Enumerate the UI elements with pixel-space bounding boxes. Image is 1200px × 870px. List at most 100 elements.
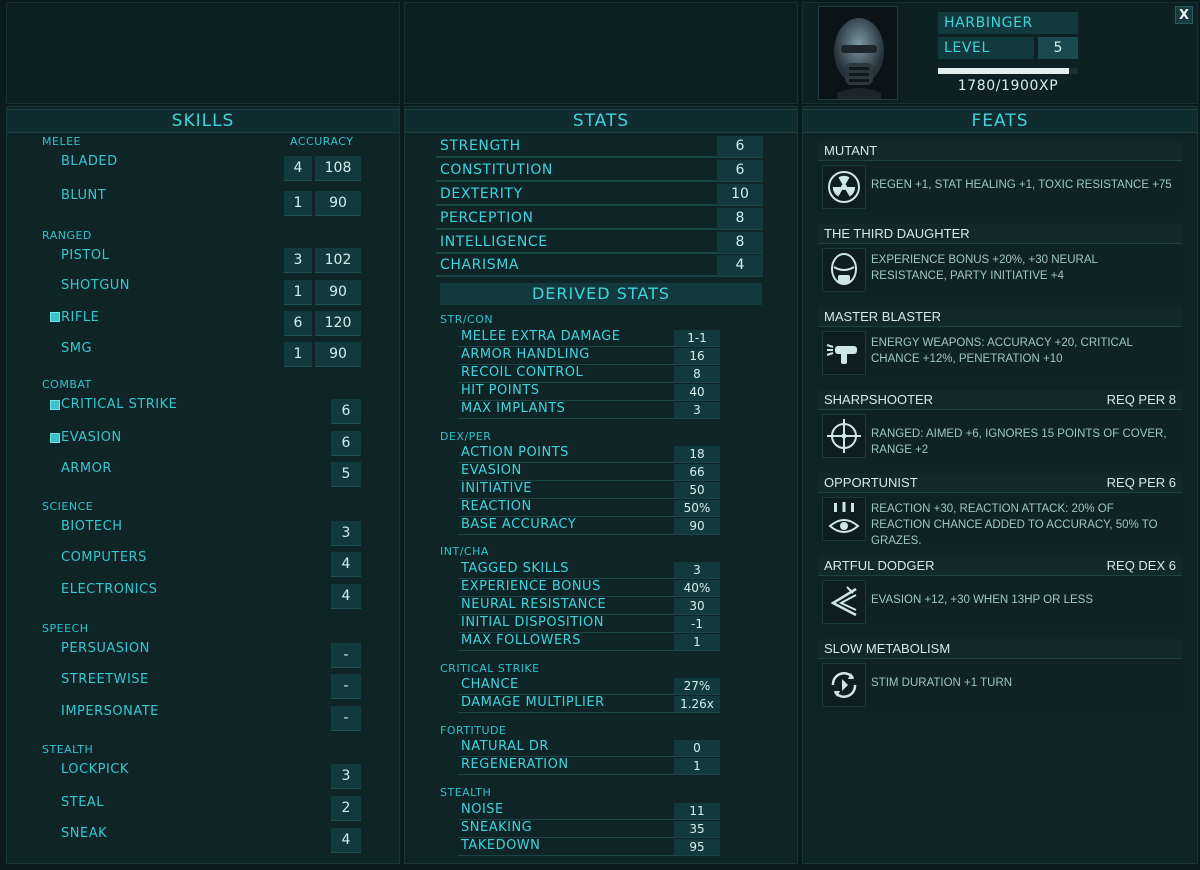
feat-sharpshooter-title[interactable]: SHARPSHOOTER REQ PER 8 <box>818 390 1182 410</box>
skill-category-science: SCIENCE <box>42 500 94 513</box>
stat-value: 6 <box>717 136 763 157</box>
derived-value: 40 <box>674 384 720 400</box>
feat-opportunist-title[interactable]: OPPORTUNIST REQ PER 6 <box>818 473 1182 493</box>
skills-title: SKILLS <box>171 111 235 131</box>
feat-artful-dodger-title[interactable]: ARTFUL DODGER REQ DEX 6 <box>818 556 1182 576</box>
derived-label: NATURAL DR <box>461 739 549 754</box>
skill-biotech[interactable]: BIOTECH <box>61 519 123 534</box>
skill-smg-accuracy: 90 <box>315 342 361 367</box>
skill-bladed[interactable]: BLADED <box>61 154 118 169</box>
skill-rifle[interactable]: RIFLE <box>61 310 99 325</box>
derived-value: 90 <box>674 518 720 534</box>
feat-mutant[interactable]: REGEN +1, STAT HEALING +1, TOXIC RESISTA… <box>818 161 1182 211</box>
feat-sharpshooter[interactable]: RANGED: AIMED +6, IGNORES 15 POINTS OF C… <box>818 410 1182 460</box>
feat-opportunist[interactable]: REACTION +30, REACTION ATTACK: 20% OF RE… <box>818 493 1182 547</box>
derived-recoil-control: RECOIL CONTROL 8 <box>458 365 720 383</box>
derived-action-points: ACTION POINTS 18 <box>458 445 720 463</box>
feat-master-blaster-title[interactable]: MASTER BLASTER <box>818 307 1182 327</box>
skill-armor[interactable]: ARMOR <box>61 461 112 476</box>
stat-charisma[interactable]: CHARISMA 4 <box>436 255 763 277</box>
skill-category-stealth: STEALTH <box>42 743 94 756</box>
derived-regeneration: REGENERATION 1 <box>458 757 720 775</box>
derived-label: REGENERATION <box>461 757 569 772</box>
skill-electronics-value: 4 <box>331 584 361 609</box>
stat-intelligence[interactable]: INTELLIGENCE 8 <box>436 232 763 254</box>
skill-pistol-value: 3 <box>284 248 312 273</box>
derived-value: 1 <box>674 634 720 650</box>
skill-shotgun-accuracy: 90 <box>315 280 361 305</box>
derived-melee-extra-damage: MELEE EXTRA DAMAGE 1-1 <box>458 329 720 347</box>
xp-bar <box>938 68 1078 74</box>
feat-description: EVASION +12, +30 WHEN 13HP OR LESS <box>871 594 1094 606</box>
stat-strength[interactable]: STRENGTH 6 <box>436 136 763 158</box>
skill-steal-value: 2 <box>331 796 361 821</box>
stats-header: STATS <box>405 109 797 133</box>
skill-persuasion[interactable]: PERSUASION <box>61 641 150 656</box>
derived-label: MAX FOLLOWERS <box>461 633 581 648</box>
skill-electronics[interactable]: ELECTRONICS <box>61 582 157 597</box>
dodge-icon <box>822 580 866 624</box>
top-center-panel <box>404 2 798 104</box>
stat-value: 10 <box>717 184 763 205</box>
feat-name: SLOW METABOLISM <box>824 641 951 656</box>
feat-artful-dodger[interactable]: EVASION +12, +30 WHEN 13HP OR LESS <box>818 576 1182 626</box>
derived-value: 11 <box>674 803 720 819</box>
skill-blunt-accuracy: 90 <box>315 191 361 216</box>
derived-group-fortitude: FORTITUDE <box>440 724 507 737</box>
derived-label: REACTION <box>461 499 532 514</box>
skill-impersonate[interactable]: IMPERSONATE <box>61 704 159 719</box>
skill-shotgun[interactable]: SHOTGUN <box>61 278 130 293</box>
skill-evasion[interactable]: EVASION <box>61 430 122 445</box>
feats-header: FEATS <box>803 109 1197 133</box>
feat-mutant-title[interactable]: MUTANT <box>818 141 1182 161</box>
close-button[interactable]: X <box>1175 6 1193 24</box>
feat-name: MASTER BLASTER <box>824 309 942 324</box>
skill-computers[interactable]: COMPUTERS <box>61 550 147 565</box>
derived-group-critical-strike: CRITICAL STRIKE <box>440 662 540 675</box>
skill-sneak[interactable]: SNEAK <box>61 826 107 841</box>
derived-value: 18 <box>674 446 720 462</box>
derived-label: BASE ACCURACY <box>461 517 577 532</box>
derived-evasion: EVASION 66 <box>458 463 720 481</box>
derived-label: TAKEDOWN <box>461 838 541 853</box>
derived-natural-dr: NATURAL DR 0 <box>458 739 720 757</box>
level-label: LEVEL <box>944 40 990 56</box>
skill-smg[interactable]: SMG <box>61 341 92 356</box>
feat-third-daughter[interactable]: EXPERIENCE BONUS +20%, +30 NEURAL RESIST… <box>818 244 1182 294</box>
tag-marker-icon <box>50 400 60 410</box>
derived-crit-chance: CHANCE 27% <box>458 677 720 695</box>
derived-value: 50 <box>674 482 720 498</box>
derived-label: NEURAL RESISTANCE <box>461 597 607 612</box>
derived-value: 8 <box>674 366 720 382</box>
skill-persuasion-value: - <box>331 643 361 668</box>
feat-slow-metabolism-title[interactable]: SLOW METABOLISM <box>818 639 1182 659</box>
skill-pistol[interactable]: PISTOL <box>61 248 109 263</box>
stat-dexterity[interactable]: DEXTERITY 10 <box>436 184 763 206</box>
feat-third-daughter-title[interactable]: THE THIRD DAUGHTER <box>818 224 1182 244</box>
skill-category-ranged: RANGED <box>42 229 92 242</box>
derived-label: DAMAGE MULTIPLIER <box>461 695 605 710</box>
skill-critical-strike[interactable]: CRITICAL STRIKE <box>61 397 177 412</box>
skill-lockpick[interactable]: LOCKPICK <box>61 762 129 777</box>
derived-stats-title: DERIVED STATS <box>531 284 671 303</box>
skill-steal[interactable]: STEAL <box>61 795 104 810</box>
feat-name: ARTFUL DODGER <box>824 558 935 573</box>
skill-category-speech: SPEECH <box>42 622 89 635</box>
feat-slow-metabolism[interactable]: STIM DURATION +1 TURN <box>818 659 1182 709</box>
skill-category-combat: COMBAT <box>42 378 92 391</box>
feat-master-blaster[interactable]: ENERGY WEAPONS: ACCURACY +20, CRITICAL C… <box>818 327 1182 377</box>
level-box: LEVEL <box>938 37 1034 59</box>
stats-title: STATS <box>572 111 630 131</box>
xp-bar-fill <box>938 68 1070 74</box>
skills-header: SKILLS <box>7 109 399 133</box>
skill-blunt[interactable]: BLUNT <box>61 188 106 203</box>
derived-sneaking: SNEAKING 35 <box>458 820 720 838</box>
skill-streetwise[interactable]: STREETWISE <box>61 672 149 687</box>
derived-value: 0 <box>674 740 720 756</box>
skill-computers-value: 4 <box>331 552 361 577</box>
stat-perception[interactable]: PERCEPTION 8 <box>436 208 763 230</box>
derived-value: 40% <box>674 580 720 596</box>
stat-constitution[interactable]: CONSTITUTION 6 <box>436 160 763 182</box>
portrait-icon <box>819 7 897 99</box>
derived-label: SNEAKING <box>461 820 533 835</box>
